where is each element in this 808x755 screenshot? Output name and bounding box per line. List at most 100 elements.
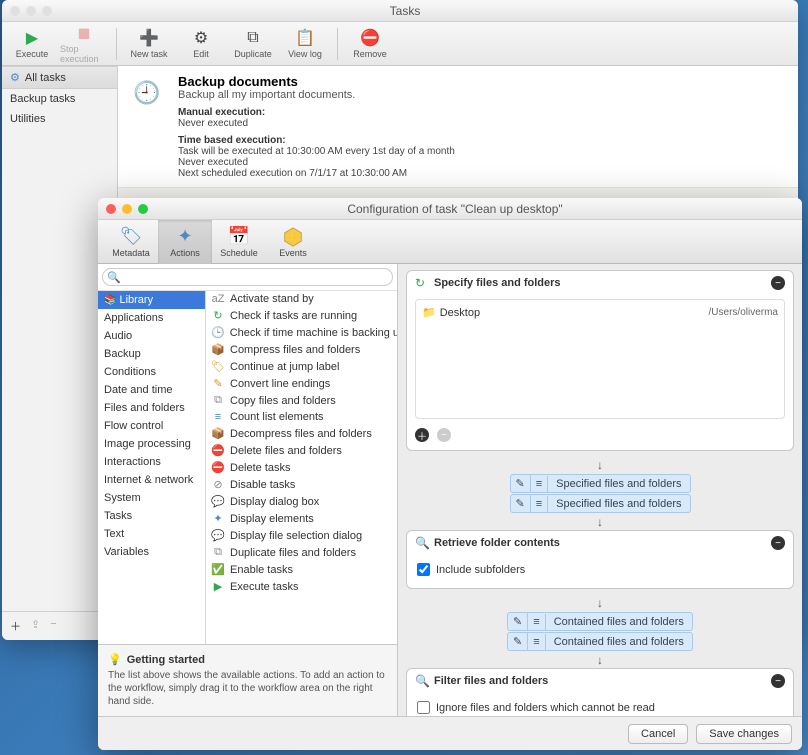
add-file-button[interactable]: ＋ [415,428,429,442]
tab-events[interactable]: ⚡ Events [266,220,320,264]
remove-action-button[interactable]: − [771,674,785,688]
list-icon[interactable]: ≡ [531,496,548,512]
cancel-button[interactable]: Cancel [628,724,688,744]
action-item[interactable]: ⧉Copy files and folders [206,392,397,409]
minimize-icon[interactable] [26,6,36,16]
close-icon[interactable] [10,6,20,16]
task-title: Backup documents [178,74,788,89]
action-item[interactable]: ▶ Execute tasks [206,578,397,595]
action-item[interactable]: 📦Compress files and folders [206,341,397,358]
sidebar-item-backup-tasks[interactable]: Backup tasks [2,89,117,109]
workflow-area[interactable]: ↻ Specify files and folders − 📁 Desktop … [398,264,802,716]
category-label: Interactions [104,456,161,468]
minus-icon[interactable]: − [50,618,56,634]
action-label: Count list elements [230,411,324,423]
list-icon[interactable]: ≡ [528,634,545,650]
execute-button[interactable]: ▶ Execute [8,24,56,64]
category-label: Variables [104,546,149,558]
save-button[interactable]: Save changes [696,724,792,744]
category-item[interactable]: Applications [98,309,205,327]
action-label: Display file selection dialog [230,530,362,542]
category-item[interactable]: Conditions [98,363,205,381]
minimize-icon[interactable] [122,204,132,214]
tab-metadata[interactable]: 🏷 Metadata [104,220,158,264]
action-item[interactable]: 💬Display dialog box [206,493,397,510]
action-item[interactable]: aZActivate stand by [206,291,397,307]
action-item[interactable]: ⊘Disable tasks [206,476,397,493]
tab-schedule[interactable]: 📅 Schedule [212,220,266,264]
action-item[interactable]: ⛔Delete tasks [206,459,397,476]
action-item[interactable]: ✎Convert line endings [206,375,397,392]
category-item[interactable]: Files and folders [98,399,205,417]
category-item[interactable]: Text [98,525,205,543]
category-item[interactable]: Tasks [98,507,205,525]
action-icon: ▶ [211,580,225,593]
search-input[interactable] [102,268,393,286]
viewlog-button[interactable]: 📋 View log [281,24,329,64]
category-item[interactable]: Backup [98,345,205,363]
action-item[interactable]: 🏷Continue at jump label [206,358,397,375]
connection-pill[interactable]: ✎ ≡ Contained files and folders [507,612,693,631]
action-item[interactable]: ✦Display elements [206,510,397,527]
remove-file-button[interactable]: − [437,428,451,442]
files-list[interactable]: 📁 Desktop /Users/oliverma [415,299,785,419]
pencil-icon[interactable]: ✎ [508,613,528,630]
pencil-icon[interactable]: ✎ [508,633,528,650]
category-item[interactable]: Image processing [98,435,205,453]
duplicate-button[interactable]: ⧉ Duplicate [229,24,277,64]
list-icon[interactable]: ≡ [528,614,545,630]
action-item[interactable]: ✅Enable tasks [206,561,397,578]
action-item[interactable]: ⧉Duplicate files and folders [206,544,397,561]
zoom-icon[interactable] [42,6,52,16]
action-item[interactable]: 📦Decompress files and folders [206,425,397,442]
include-subfolders-checkbox[interactable] [417,563,430,576]
action-item[interactable]: ⛔Delete files and folders [206,442,397,459]
action-item[interactable]: ≡Count list elements [206,409,397,425]
connection-pill[interactable]: ✎ ≡ Specified files and folders [510,474,691,493]
category-item[interactable]: Interactions [98,453,205,471]
category-item[interactable]: Date and time [98,381,205,399]
share-icon[interactable]: ⇪ [31,618,40,634]
add-icon[interactable]: ＋ [10,618,21,634]
folder-icon: 📁 [422,306,436,319]
ignore-unreadable-checkbox[interactable] [417,701,430,714]
plus-circle-icon: ➕ [139,28,159,48]
tab-actions[interactable]: ✦ Actions [158,220,212,264]
new-task-button[interactable]: ➕ New task [125,24,173,64]
action-specify-files: ↻ Specify files and folders − 📁 Desktop … [406,270,794,451]
remove-action-button[interactable]: − [771,536,785,550]
action-item[interactable]: 🕒Check if time machine is backing up dat [206,324,397,341]
zoom-icon[interactable] [138,204,148,214]
category-item[interactable]: Internet & network [98,471,205,489]
action-icon: 🏷 [211,360,225,373]
sidebar-item-all-tasks[interactable]: ⚙ All tasks [2,66,117,89]
action-icon: ⧉ [211,394,225,407]
pencil-icon[interactable]: ✎ [511,495,531,512]
action-item[interactable]: ↻Check if tasks are running [206,307,397,324]
connection-pill[interactable]: ✎ ≡ Specified files and folders [510,494,691,513]
remove-action-button[interactable]: − [771,276,785,290]
category-item[interactable]: Audio [98,327,205,345]
gear-icon: ⚙ [191,28,211,48]
category-item[interactable]: Variables [98,543,205,561]
action-icon: ⊘ [211,478,225,491]
main-toolbar: ▶ Execute ◼ Stop execution ➕ New task ⚙ … [2,22,798,66]
action-item[interactable]: 💬Display file selection dialog [206,527,397,544]
action-label: Execute tasks [230,581,298,593]
category-item[interactable]: 📚Library [98,291,205,309]
category-item[interactable]: System [98,489,205,507]
connection-pill[interactable]: ✎ ≡ Contained files and folders [507,632,693,651]
sidebar-item-utilities[interactable]: Utilities [2,109,117,129]
edit-button[interactable]: ⚙ Edit [177,24,225,64]
category-item[interactable]: Flow control [98,417,205,435]
list-icon[interactable]: ≡ [531,476,548,492]
file-row[interactable]: 📁 Desktop /Users/oliverma [420,304,780,321]
arrow-down-icon: ↓ [406,457,794,473]
remove-button[interactable]: ⛔ Remove [346,24,394,64]
stop-button[interactable]: ◼ Stop execution [60,24,108,64]
close-icon[interactable] [106,204,116,214]
config-titlebar: Configuration of task "Clean up desktop" [98,198,802,220]
task-row-backup[interactable]: 🕘 Backup documents Backup all my importa… [118,66,798,188]
magnifier-icon: 🔍 [415,536,429,550]
pencil-icon[interactable]: ✎ [511,475,531,492]
